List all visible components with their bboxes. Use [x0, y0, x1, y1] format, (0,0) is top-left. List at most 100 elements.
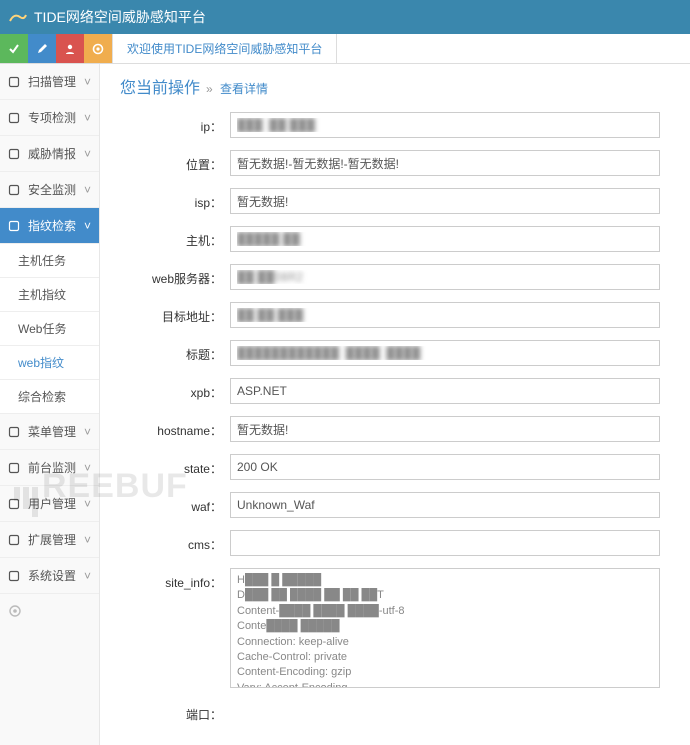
form-label-9: state：	[120, 454, 230, 477]
chevron-down-icon: ˅	[84, 183, 91, 197]
row-port: 端口：	[120, 700, 670, 723]
field-site-info[interactable]: H███ █ █████ D███ ██ ████ ██ ██ ██T Cont…	[230, 568, 660, 688]
form-row-10: waf：	[120, 492, 670, 518]
sidebar-item-label: 扩展管理	[28, 531, 84, 548]
form-input-5[interactable]	[230, 302, 660, 328]
form-row-8: hostname：	[120, 416, 670, 442]
menu-icon	[8, 426, 22, 438]
form-input-6[interactable]	[230, 340, 660, 366]
form-row-0: ip：	[120, 112, 670, 138]
sidebar-item-0[interactable]: 扫描管理˅	[0, 64, 99, 100]
chevron-down-icon: ˅	[84, 461, 91, 475]
toolbar-edit-button[interactable]	[28, 34, 56, 63]
form-label-3: 主机：	[120, 226, 230, 249]
sidebar-subitem-4-3[interactable]: web指纹	[0, 346, 99, 380]
form-row-4: web服务器：	[120, 264, 670, 290]
sidebar-item-8[interactable]: 扩展管理˅	[0, 522, 99, 558]
sidebar-subitem-4-1[interactable]: 主机指纹	[0, 278, 99, 312]
sidebar-item-label: 安全监测	[28, 181, 84, 198]
sidebar-item-7[interactable]: 用户管理˅	[0, 486, 99, 522]
form-input-8[interactable]	[230, 416, 660, 442]
form-input-2[interactable]	[230, 188, 660, 214]
form-row-11: cms：	[120, 530, 670, 556]
sidebar-subitem-4-4[interactable]: 综合检索	[0, 380, 99, 414]
form-input-11[interactable]	[230, 530, 660, 556]
shield-icon	[8, 184, 22, 196]
sidebar-item-label: 威胁情报	[28, 145, 84, 162]
app-title: TIDE网络空间威胁感知平台	[34, 7, 206, 27]
page-title: 您当前操作	[120, 74, 200, 98]
form-label-1: 位置：	[120, 150, 230, 173]
form-row-6: 标题：	[120, 340, 670, 366]
chevron-down-icon: ˅	[84, 425, 91, 439]
sidebar-settings-icon[interactable]	[0, 594, 99, 628]
sidebar-item-5[interactable]: 菜单管理˅	[0, 414, 99, 450]
main-content: 您当前操作 » 查看详情 ip： 位置： isp： 主机： web服务器： 目标地址： 标题…	[100, 64, 690, 745]
sidebar-item-label: 系统设置	[28, 567, 84, 584]
chevron-down-icon: ˅	[84, 219, 91, 233]
scan-icon	[8, 76, 22, 88]
users-icon	[8, 498, 22, 510]
sidebar-item-9[interactable]: 系统设置˅	[0, 558, 99, 594]
puzzle-icon	[8, 534, 22, 546]
chevron-down-icon: ˅	[84, 75, 91, 89]
toolbar-user-button[interactable]	[56, 34, 84, 63]
app-logo-icon	[8, 7, 28, 27]
form-input-3[interactable]	[230, 226, 660, 252]
welcome-tab[interactable]: 欢迎使用TIDE网络空间威胁感知平台	[112, 34, 337, 63]
alert-icon	[8, 148, 22, 160]
toolbar: 欢迎使用TIDE网络空间威胁感知平台	[0, 34, 690, 64]
sidebar: 扫描管理˅专项检测˅威胁情报˅安全监测˅指纹检索˅主机任务主机指纹Web任务we…	[0, 64, 100, 745]
form-label-2: isp：	[120, 188, 230, 211]
sidebar-item-1[interactable]: 专项检测˅	[0, 100, 99, 136]
breadcrumb-link[interactable]: 查看详情	[220, 82, 268, 96]
form-label-0: ip：	[120, 112, 230, 135]
form-row-5: 目标地址：	[120, 302, 670, 328]
label-port: 端口：	[120, 700, 230, 723]
form-input-4[interactable]	[230, 264, 660, 290]
monitor-icon	[8, 462, 22, 474]
page-title-row: 您当前操作 » 查看详情	[120, 74, 670, 98]
fingerprint-icon	[8, 220, 22, 232]
form-input-1[interactable]	[230, 150, 660, 176]
form-input-9[interactable]	[230, 454, 660, 480]
chevron-down-icon: ˅	[84, 569, 91, 583]
form-input-0[interactable]	[230, 112, 660, 138]
sidebar-item-6[interactable]: 前台监测˅	[0, 450, 99, 486]
form-row-3: 主机：	[120, 226, 670, 252]
target-icon	[8, 112, 22, 124]
chevron-down-icon: ˅	[84, 497, 91, 511]
sidebar-item-label: 指纹检索	[28, 217, 84, 234]
form-row-9: state：	[120, 454, 670, 480]
sidebar-item-label: 用户管理	[28, 495, 84, 512]
sidebar-item-label: 前台监测	[28, 459, 84, 476]
sidebar-subitem-4-2[interactable]: Web任务	[0, 312, 99, 346]
form-row-1: 位置：	[120, 150, 670, 176]
form-label-6: 标题：	[120, 340, 230, 363]
label-site-info: site_info：	[120, 568, 230, 591]
sidebar-item-label: 菜单管理	[28, 423, 84, 440]
form-input-10[interactable]	[230, 492, 660, 518]
sidebar-item-label: 扫描管理	[28, 73, 84, 90]
chevron-down-icon: ˅	[84, 147, 91, 161]
sidebar-item-2[interactable]: 威胁情报˅	[0, 136, 99, 172]
sidebar-subitem-4-0[interactable]: 主机任务	[0, 244, 99, 278]
toolbar-check-button[interactable]	[0, 34, 28, 63]
form-row-7: xpb：	[120, 378, 670, 404]
app-header: TIDE网络空间威胁感知平台	[0, 0, 690, 34]
sidebar-item-4[interactable]: 指纹检索˅	[0, 208, 99, 244]
form-label-5: 目标地址：	[120, 302, 230, 325]
breadcrumb-sep: »	[206, 82, 213, 96]
welcome-tab-label: 欢迎使用TIDE网络空间威胁感知平台	[127, 40, 322, 57]
sidebar-item-label: 专项检测	[28, 109, 84, 126]
row-site-info: site_info： H███ █ █████ D███ ██ ████ ██ …	[120, 568, 670, 688]
form-label-10: waf：	[120, 492, 230, 515]
form-input-7[interactable]	[230, 378, 660, 404]
sidebar-item-3[interactable]: 安全监测˅	[0, 172, 99, 208]
form-label-8: hostname：	[120, 416, 230, 439]
form-label-4: web服务器：	[120, 264, 230, 287]
gear-icon	[8, 570, 22, 582]
chevron-down-icon: ˅	[84, 533, 91, 547]
toolbar-settings-button[interactable]	[84, 34, 112, 63]
form-row-2: isp：	[120, 188, 670, 214]
